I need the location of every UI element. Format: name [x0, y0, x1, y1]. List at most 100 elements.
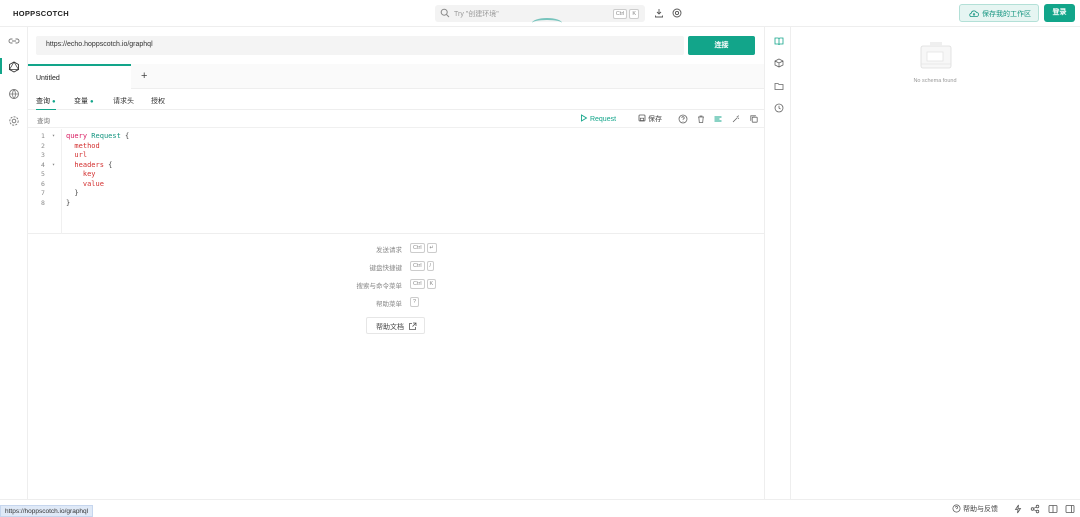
shortcut-keys: Ctrl K [410, 279, 437, 289]
tab-label: Untitled [36, 75, 60, 82]
search-placeholder: Try "创建环境" [454, 11, 499, 18]
history-icon[interactable] [774, 103, 784, 113]
shortcut-help: 帮助菜单 ? [280, 297, 480, 308]
app-logo[interactable]: HOPPSCOTCH [13, 9, 69, 18]
request-subtabs: 查询 ● 变量 ● 请求头 授权 [28, 92, 764, 110]
line-number: 3 [41, 151, 45, 159]
trash-icon[interactable] [696, 114, 706, 124]
code-line: } [66, 198, 71, 207]
tab-query-label: 查询 [36, 98, 50, 105]
loading-indicator [532, 18, 562, 28]
tab-auth[interactable]: 授权 [151, 96, 165, 106]
collections-icon[interactable] [774, 81, 784, 91]
layout-icon[interactable] [1048, 504, 1058, 514]
save-button[interactable]: 保存 [638, 114, 662, 124]
line-number: 6 [41, 179, 45, 188]
schema-icon[interactable] [774, 58, 784, 68]
docs-label: 帮助文档 [376, 324, 404, 331]
top-bar: HOPPSCOTCH Try "创建环境" Ctrl K 保存我的工作区 登录 [0, 0, 1080, 27]
help-icon[interactable] [678, 114, 688, 124]
save-workspace-label: 保存我的工作区 [982, 11, 1031, 18]
query-section-label: 查询 [37, 118, 50, 125]
support-icon[interactable] [672, 8, 682, 18]
rest-icon[interactable] [8, 35, 20, 47]
query-dot: ● [51, 99, 56, 105]
line-number: 4 [41, 160, 45, 169]
shortcut-send: 发送请求 Ctrl ↵ [280, 243, 480, 254]
code-line: query Request { [66, 132, 130, 140]
tab-headers[interactable]: 请求头 [113, 96, 134, 106]
code-line: key [66, 170, 96, 178]
url-input[interactable]: https://echo.hoppscotch.io/graphql [36, 36, 684, 55]
code-line: method [66, 141, 100, 150]
variables-dot: ● [89, 99, 94, 105]
docs-button[interactable]: 帮助文档 [366, 317, 425, 334]
save-icon [638, 114, 646, 122]
code-line: headers { [66, 160, 113, 169]
code-line: url [66, 151, 88, 159]
kbd: / [426, 261, 435, 271]
copy-icon[interactable] [749, 114, 759, 124]
kbd: ? [410, 297, 420, 307]
help-feedback-button[interactable]: 帮助与反馈 [952, 504, 998, 514]
external-link-icon [409, 322, 417, 330]
search-icon [440, 8, 450, 18]
login-button[interactable]: 登录 [1044, 4, 1075, 22]
cloud-upload-icon [969, 10, 979, 17]
save-label: 保存 [647, 116, 662, 123]
kbd: Ctrl [410, 243, 425, 253]
tab-untitled[interactable]: Untitled [28, 64, 131, 89]
query-toolbar: 查询 Request 保存 [28, 111, 764, 128]
line-number: 1 [41, 132, 45, 140]
url-value: https://echo.hoppscotch.io/graphql [46, 41, 153, 48]
kbd-k: K [629, 9, 639, 19]
help-circle-icon [952, 504, 961, 513]
fold-icon[interactable]: ▾ [52, 162, 55, 168]
line-number: 7 [41, 189, 45, 197]
status-url-tooltip: https://hoppscotch.io/graphql [0, 505, 94, 517]
connect-button[interactable]: 连接 [688, 36, 755, 55]
share-icon[interactable] [1030, 504, 1040, 514]
help-label: 帮助与反馈 [962, 506, 998, 513]
docs-icon[interactable] [774, 36, 784, 46]
tab-variables-label: 变量 [74, 98, 88, 105]
no-schema-text: No schema found [913, 78, 957, 84]
kbd: Ctrl [410, 261, 425, 271]
request-button[interactable]: Request [580, 114, 616, 123]
download-icon[interactable] [654, 8, 664, 18]
tab-bar: Untitled + [28, 64, 764, 89]
kbd: ↵ [426, 243, 438, 253]
footer: 帮助与反馈 [0, 499, 1080, 517]
shortcut-keys: Ctrl / [410, 261, 435, 271]
graphql-icon[interactable] [8, 61, 20, 73]
fold-icon[interactable]: ▾ [52, 133, 55, 139]
new-tab-button[interactable]: + [141, 70, 147, 82]
wand-icon[interactable] [731, 114, 741, 124]
realtime-icon[interactable] [8, 88, 20, 100]
line-number: 2 [41, 141, 45, 150]
right-sidebar [764, 27, 791, 499]
shortcut-keyboard: 键盘快捷键 Ctrl / [280, 261, 480, 272]
shortcut-label: 搜索与命令菜单 [356, 283, 403, 290]
prettify-icon[interactable] [713, 114, 723, 124]
shortcut-label: 发送请求 [376, 247, 402, 254]
line-number: 5 [41, 170, 45, 178]
line-gutter: 1 ▾ 2 3 4 ▾ 5 6 7 8 [28, 129, 62, 234]
code-line: } [66, 189, 79, 197]
shortcut-keys: Ctrl ↵ [410, 243, 438, 253]
tab-query[interactable]: 查询 ● [36, 96, 56, 110]
query-editor[interactable]: 1 ▾ 2 3 4 ▾ 5 6 7 8 query Request { method… [28, 129, 764, 234]
sidebar-toggle-icon[interactable] [1065, 504, 1075, 514]
request-label: Request [589, 116, 617, 123]
left-sidebar [0, 27, 28, 499]
settings-icon[interactable] [8, 115, 20, 127]
tab-variables[interactable]: 变量 ● [74, 96, 94, 106]
empty-schema-illustration [920, 42, 952, 69]
kbd: Ctrl [410, 279, 425, 289]
shortcuts-icon[interactable] [1013, 504, 1023, 514]
shortcut-label: 帮助菜单 [376, 301, 402, 308]
shortcut-keys: ? [410, 297, 420, 307]
kbd-ctrl: Ctrl [612, 9, 628, 19]
kbd: K [426, 279, 437, 289]
save-workspace-button[interactable]: 保存我的工作区 [959, 4, 1039, 22]
